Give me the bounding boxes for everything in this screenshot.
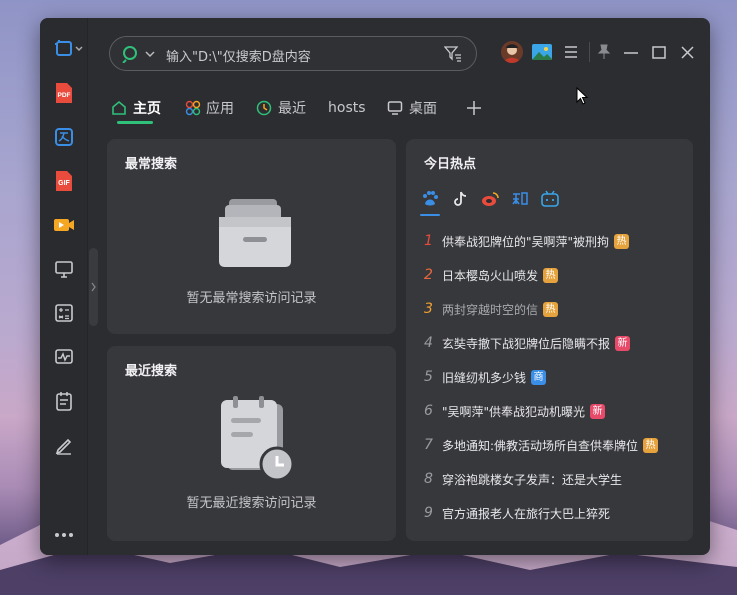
hot-title: 旧缝纫机多少钱	[442, 370, 527, 385]
avatar[interactable]	[501, 41, 523, 63]
pen-icon[interactable]	[53, 434, 75, 456]
calculator-icon[interactable]	[53, 302, 75, 324]
hot-badge: 热	[543, 267, 559, 283]
hot-badge: 热	[543, 301, 559, 317]
recent-search-title: 最近搜索	[125, 364, 178, 379]
hot-rank: 1	[424, 233, 433, 249]
tab-recent-label: 最近	[278, 101, 306, 117]
hot-item[interactable]: 2 日本樱岛火山喷发热	[424, 264, 684, 286]
frequent-search-title: 最常搜索	[125, 157, 178, 172]
active-source-indicator	[420, 214, 440, 216]
monitor-icon	[387, 101, 403, 115]
frequent-search-empty: 暂无最常搜索访问记录	[186, 291, 317, 306]
screenshot-icon[interactable]	[53, 38, 85, 60]
tab-home[interactable]: 主页	[111, 96, 161, 120]
active-tab-indicator	[117, 121, 153, 124]
hot-rank: 4	[424, 335, 433, 351]
hot-badge: 新	[615, 335, 631, 351]
hot-title: 穿浴袍跳楼女子发声：还是大学生	[442, 472, 623, 487]
tab-apps[interactable]: 应用	[185, 96, 234, 120]
hot-title: 官方通报老人在旅行大巴上猝死	[442, 506, 611, 521]
hot-title: 日本樱岛火山喷发	[442, 268, 539, 283]
hot-rank: 7	[424, 437, 433, 453]
hot-rank: 9	[424, 505, 433, 521]
home-icon	[112, 100, 126, 115]
sidebar: PDF GIF	[40, 18, 88, 555]
frequent-search-card: 最常搜索 暂无最常搜索访问记录	[107, 139, 396, 334]
pin-icon[interactable]	[597, 44, 611, 60]
svg-text:PDF: PDF	[58, 92, 71, 99]
minimize-icon[interactable]	[624, 52, 638, 54]
empty-notepad-icon	[221, 396, 295, 482]
bilibili-icon[interactable]	[540, 189, 560, 209]
hot-badge: 商	[531, 369, 547, 385]
wallpaper-icon[interactable]	[532, 44, 552, 60]
filter-icon[interactable]	[444, 46, 462, 62]
hot-rank: 2	[424, 267, 433, 283]
hot-title: 多地通知:佛教活动场所自查供奉牌位	[442, 438, 639, 453]
empty-box-icon	[219, 199, 291, 267]
hot-topics-card: 今日热点 1 供奉战犯牌位的"吴啊萍"被刑拘热 2 日本樱岛火山喷发热 3 两封穿越时…	[406, 139, 693, 541]
hot-item[interactable]: 1 供奉战犯牌位的"吴啊萍"被刑拘热	[424, 230, 684, 252]
recent-search-empty: 暂无最近搜索访问记录	[186, 496, 317, 511]
hot-badge: 新	[590, 403, 606, 419]
clock-icon	[256, 100, 272, 116]
add-tab-icon[interactable]	[467, 101, 481, 115]
activity-icon[interactable]	[53, 346, 75, 368]
recent-search-card: 最近搜索 暂无最近搜索访问记录	[107, 346, 396, 541]
hot-rank: 8	[424, 471, 433, 487]
hot-item[interactable]: 9 官方通报老人在旅行大巴上猝死	[424, 502, 684, 524]
tab-recent[interactable]: 最近	[256, 96, 306, 120]
apps-icon	[185, 100, 201, 116]
sidebar-collapse-handle[interactable]	[89, 248, 98, 326]
search-placeholder: 输入"D:\"仅搜索D盘内容	[166, 50, 311, 65]
douyin-icon[interactable]	[450, 189, 470, 209]
hot-title: 玄奘寺撤下战犯牌位后隐瞒不报	[442, 336, 611, 351]
monitor-icon[interactable]	[53, 258, 75, 280]
hot-badge: 热	[643, 437, 659, 453]
hot-topics-title: 今日热点	[424, 157, 477, 172]
translate-icon[interactable]	[53, 126, 75, 148]
weibo-icon[interactable]	[480, 189, 500, 209]
hot-rank: 3	[424, 301, 433, 317]
hot-badge: 热	[614, 233, 630, 249]
tab-apps-label: 应用	[206, 101, 234, 117]
search-icon	[122, 46, 155, 63]
tab-hosts-label: hosts	[328, 100, 366, 116]
hot-title: 供奉战犯牌位的"吴啊萍"被刑拘	[442, 234, 610, 249]
more-icon[interactable]	[53, 524, 75, 546]
hot-rank: 5	[424, 369, 433, 385]
tab-hosts[interactable]: hosts	[328, 96, 366, 120]
app-window: PDF GIF 输入"D:\"仅搜索D盘内容 主页 应用 最近 hosts 桌面…	[40, 18, 710, 555]
notepad-icon[interactable]	[53, 390, 75, 412]
gif-icon[interactable]: GIF	[53, 170, 75, 192]
top-bar: 输入"D:\"仅搜索D盘内容	[89, 18, 710, 90]
mouse-cursor-icon	[576, 87, 588, 105]
divider	[589, 42, 590, 62]
tab-bar: 主页 应用 最近 hosts 桌面	[89, 90, 710, 126]
maximize-icon[interactable]	[652, 46, 666, 59]
pdf-icon[interactable]: PDF	[53, 82, 75, 104]
svg-text:GIF: GIF	[58, 180, 70, 187]
hot-item[interactable]: 5 旧缝纫机多少钱商	[424, 366, 684, 388]
zhihu-icon[interactable]	[510, 189, 530, 209]
video-icon[interactable]	[53, 214, 75, 236]
hot-title: 两封穿越时空的信	[442, 302, 539, 317]
close-icon[interactable]	[681, 46, 694, 59]
menu-icon[interactable]	[564, 46, 578, 58]
source-tabs	[420, 189, 560, 213]
baidu-icon[interactable]	[420, 189, 440, 209]
search-input[interactable]: 输入"D:\"仅搜索D盘内容	[109, 36, 477, 71]
hot-item[interactable]: 3 两封穿越时空的信热	[424, 298, 684, 320]
hot-item[interactable]: 7 多地通知:佛教活动场所自查供奉牌位热	[424, 434, 684, 456]
tab-desktop-label: 桌面	[409, 101, 437, 117]
hot-title: "吴啊萍"供奉战犯动机曝光	[442, 404, 586, 419]
tab-home-label: 主页	[133, 101, 161, 117]
hot-rank: 6	[424, 403, 433, 419]
tab-desktop[interactable]: 桌面	[387, 96, 437, 120]
hot-item[interactable]: 6 "吴啊萍"供奉战犯动机曝光新	[424, 400, 684, 422]
hot-item[interactable]: 8 穿浴袍跳楼女子发声：还是大学生	[424, 468, 684, 490]
hot-item[interactable]: 4 玄奘寺撤下战犯牌位后隐瞒不报新	[424, 332, 684, 354]
